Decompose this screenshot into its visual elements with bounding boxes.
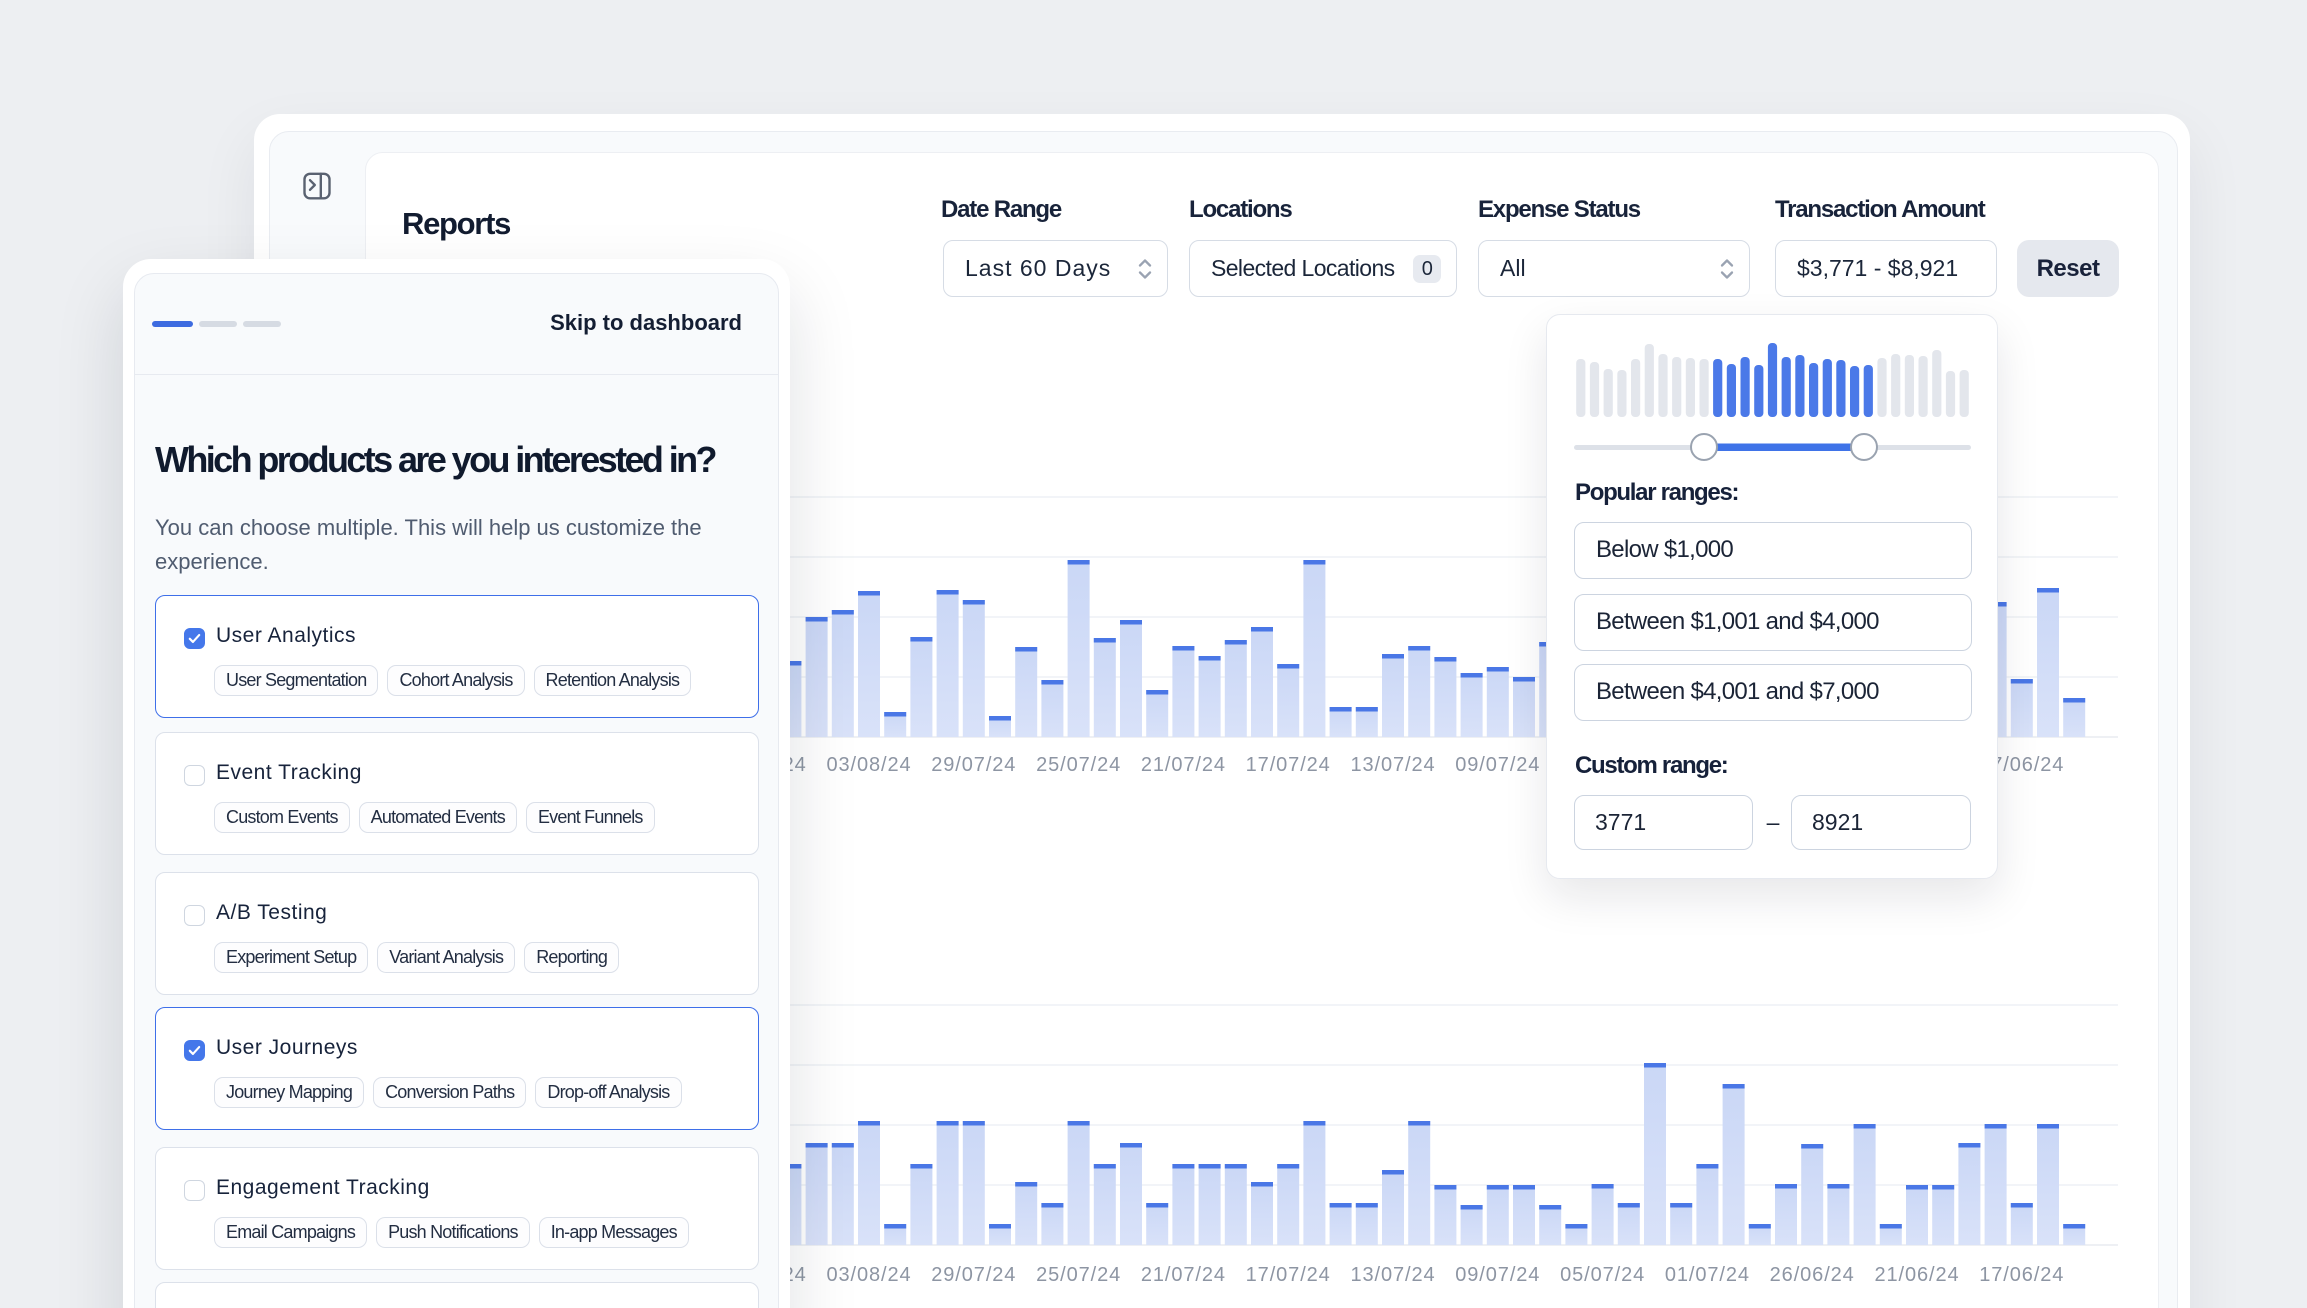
svg-text:03/08/24: 03/08/24 <box>826 754 911 776</box>
svg-text:21/07/24: 21/07/24 <box>1141 1264 1226 1286</box>
svg-text:17/07/24: 17/07/24 <box>1246 754 1331 776</box>
svg-text:09/07/24: 09/07/24 <box>1455 754 1540 776</box>
svg-text:25/07/24: 25/07/24 <box>1036 754 1121 776</box>
svg-text:21/07/24: 21/07/24 <box>1141 754 1226 776</box>
svg-text:13/07/24: 13/07/24 <box>1350 1264 1435 1286</box>
svg-text:01/07/24: 01/07/24 <box>1665 1264 1750 1286</box>
svg-text:17/06/24: 17/06/24 <box>1979 1264 2064 1286</box>
svg-text:03/08/24: 03/08/24 <box>826 1264 911 1286</box>
svg-text:25/07/24: 25/07/24 <box>1036 1264 1121 1286</box>
svg-text:05/07/24: 05/07/24 <box>1560 1264 1645 1286</box>
svg-text:29/07/24: 29/07/24 <box>931 1264 1016 1286</box>
svg-text:13/07/24: 13/07/24 <box>1350 754 1435 776</box>
svg-text:21/06/24: 21/06/24 <box>1874 1264 1959 1286</box>
svg-text:17/07/24: 17/07/24 <box>1246 1264 1331 1286</box>
svg-text:09/07/24: 09/07/24 <box>1455 1264 1540 1286</box>
svg-text:26/06/24: 26/06/24 <box>1770 1264 1855 1286</box>
svg-text:29/07/24: 29/07/24 <box>931 754 1016 776</box>
